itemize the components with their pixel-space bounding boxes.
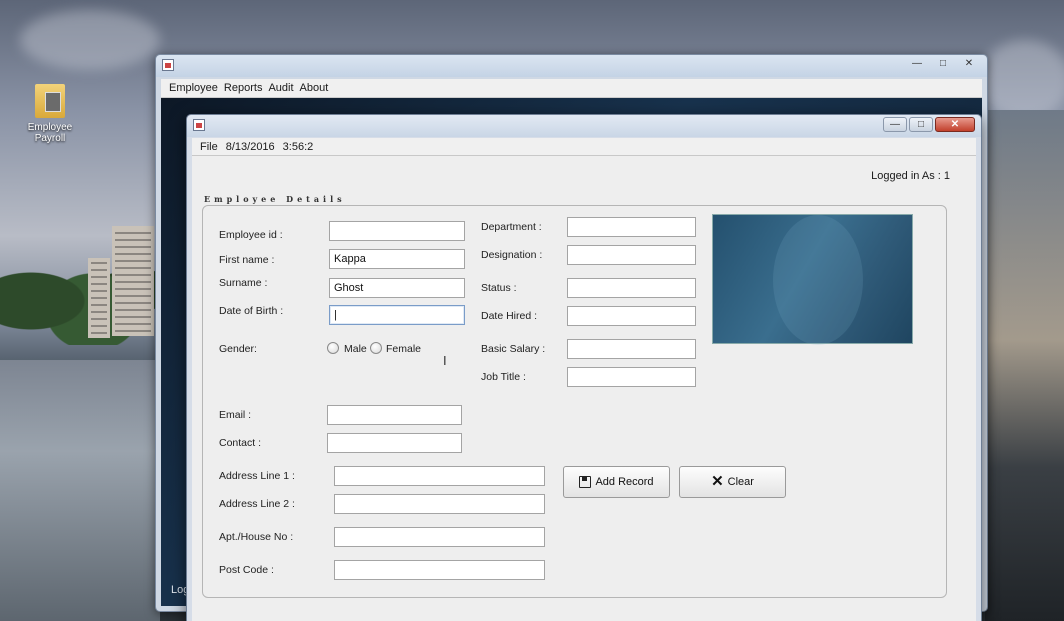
menu-date: 8/13/2016 <box>225 140 275 153</box>
date-hired-label: Date Hired : <box>481 310 538 322</box>
email-label: Email : <box>219 409 252 421</box>
menu-file[interactable]: File <box>200 141 218 153</box>
logged-in-label: Logged in As : 1 <box>871 170 950 182</box>
basic-salary-label: Basic Salary : <box>481 343 546 355</box>
main-minimize-button[interactable]: — <box>905 57 929 72</box>
main-window-titlebar[interactable]: — □ ✕ <box>156 55 987 77</box>
section-title: Employee Details <box>204 194 346 204</box>
employee-details-window: — □ ✕ File 8/13/2016 3:56:2 Logged in As… <box>186 114 982 621</box>
job-title-label: Job Title : <box>481 371 526 383</box>
female-radio[interactable] <box>370 342 382 354</box>
employee-photo[interactable] <box>712 214 913 345</box>
dob-input[interactable] <box>329 305 465 325</box>
address-line-1-input[interactable] <box>334 466 545 486</box>
post-code-label: Post Code : <box>219 564 274 576</box>
designation-label: Designation : <box>481 249 543 261</box>
basic-salary-input[interactable] <box>567 339 696 359</box>
address-line-2-label: Address Line 2 : <box>219 498 295 510</box>
java-app-icon <box>193 119 205 131</box>
post-code-input[interactable] <box>334 560 545 580</box>
date-hired-input[interactable] <box>567 306 696 326</box>
details-window-titlebar[interactable]: — □ ✕ <box>187 115 981 137</box>
menu-audit[interactable]: Audit <box>268 82 293 94</box>
surname-label: Surname : <box>219 277 268 289</box>
contact-input[interactable] <box>327 433 462 453</box>
male-label[interactable]: Male <box>344 343 367 355</box>
save-disk-icon <box>579 476 592 488</box>
designation-input[interactable] <box>567 245 696 265</box>
email-input[interactable] <box>327 405 462 425</box>
department-label: Department : <box>481 221 542 233</box>
gender-label: Gender: <box>219 343 257 355</box>
status-label: Status : <box>481 282 517 294</box>
female-label[interactable]: Female <box>386 343 421 355</box>
menu-employee[interactable]: Employee <box>169 82 218 94</box>
java-app-icon <box>162 59 174 71</box>
contact-label: Contact : <box>219 437 262 449</box>
address-line-1-label: Address Line 1 : <box>219 470 295 482</box>
main-close-button[interactable]: ✕ <box>957 57 981 72</box>
folder-icon <box>35 84 65 118</box>
x-icon: ✕ <box>711 473 724 490</box>
address-line-2-input[interactable] <box>334 494 545 514</box>
clear-button[interactable]: ✕ Clear <box>679 466 786 498</box>
first-name-label: First name : <box>219 254 275 266</box>
department-input[interactable] <box>567 217 696 237</box>
details-menubar: File 8/13/2016 3:56:2 <box>192 138 976 156</box>
details-body: Logged in As : 1 Employee Details Employ… <box>192 156 976 621</box>
menu-about[interactable]: About <box>300 82 329 94</box>
male-radio[interactable] <box>327 342 339 354</box>
employee-details-panel: Employee id : First name : Surname : Dat… <box>202 205 947 598</box>
desktop-icon-label-line1: Employee <box>27 122 73 133</box>
menu-time: 3:56:2 <box>282 140 314 153</box>
main-menubar: Employee Reports Audit About <box>161 79 982 98</box>
employee-id-label: Employee id : <box>219 229 283 241</box>
surname-input[interactable] <box>329 278 465 298</box>
desktop-icon-employee-payroll[interactable]: Employee Payroll <box>22 84 78 144</box>
add-record-button[interactable]: Add Record <box>563 466 670 498</box>
desktop-icon-label-line2: Payroll <box>34 133 66 144</box>
details-minimize-button[interactable]: — <box>883 117 907 132</box>
first-name-input[interactable] <box>329 249 465 269</box>
details-close-button[interactable]: ✕ <box>935 117 975 132</box>
add-record-label: Add Record <box>595 476 654 488</box>
clear-label: Clear <box>727 476 754 488</box>
apt-house-label: Apt./House No : <box>219 531 294 543</box>
status-input[interactable] <box>567 278 696 298</box>
apt-house-input[interactable] <box>334 527 545 547</box>
menu-reports[interactable]: Reports <box>224 82 263 94</box>
job-title-input[interactable] <box>567 367 696 387</box>
details-maximize-button[interactable]: □ <box>909 117 933 132</box>
employee-id-input[interactable] <box>329 221 465 241</box>
text-cursor-icon: I <box>443 353 447 368</box>
main-maximize-button[interactable]: □ <box>931 57 955 72</box>
dob-label: Date of Birth : <box>219 305 284 317</box>
